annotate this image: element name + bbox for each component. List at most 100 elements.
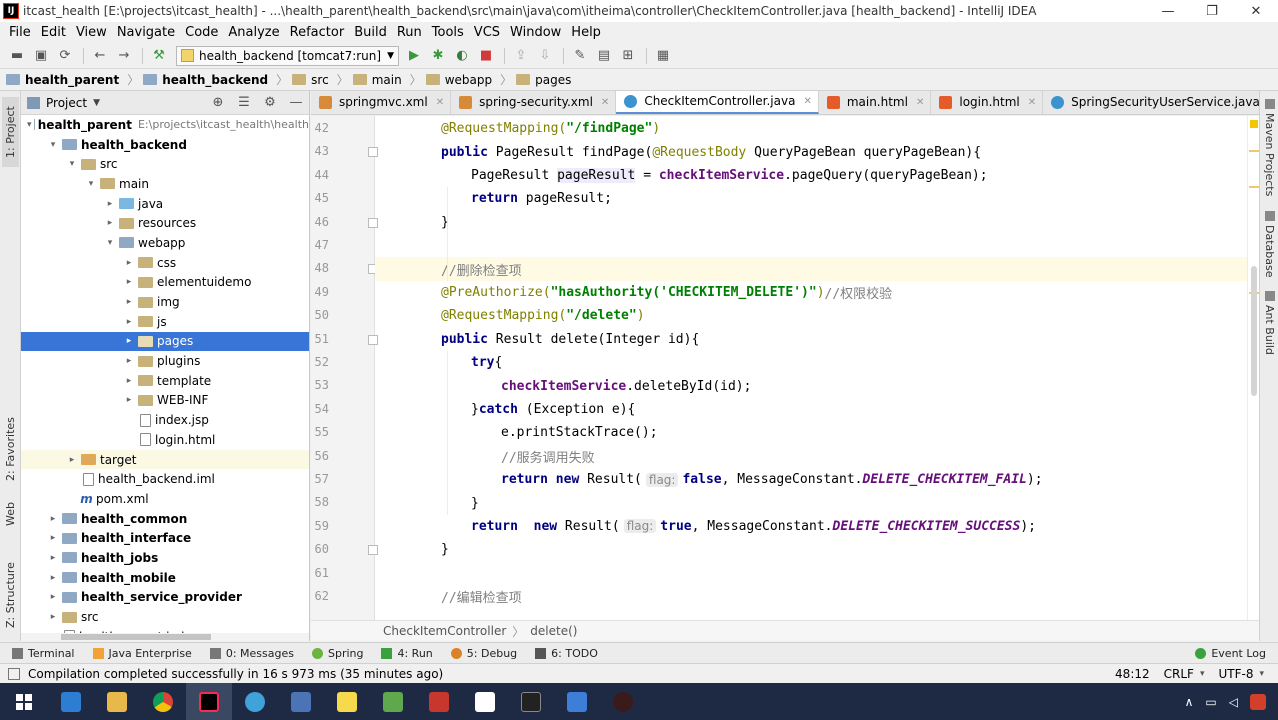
tree-item[interactable]: ▸ img — [21, 292, 309, 312]
right-tool-tab[interactable]: Maven Projects — [1261, 99, 1278, 199]
tree-item[interactable]: ▸ src — [21, 607, 309, 627]
collapse-arrow-icon[interactable]: ▸ — [122, 317, 136, 327]
line-number[interactable]: 46 — [311, 215, 329, 229]
rocket-app-icon[interactable] — [370, 683, 416, 720]
code-editor[interactable]: 42 43 44 45 46 47 48 49 50 51 52 53 54 55 56 57 58 59 60 61… — [311, 116, 1259, 620]
collapse-arrow-icon[interactable]: ▸ — [122, 297, 136, 307]
browser-icon[interactable] — [232, 683, 278, 720]
menu-window[interactable]: Window — [505, 25, 566, 40]
line-number[interactable]: 43 — [311, 144, 329, 158]
close-tab-icon[interactable]: ✕ — [916, 97, 924, 108]
editor-tab[interactable]: login.html ✕ — [931, 91, 1044, 114]
tree-item[interactable]: ▸ plugins — [21, 351, 309, 371]
line-number[interactable]: 42 — [311, 121, 329, 135]
windows-start-icon[interactable] — [0, 683, 48, 720]
menu-refactor[interactable]: Refactor — [285, 25, 350, 40]
tree-item[interactable]: m pom.xml — [21, 489, 309, 509]
collapse-arrow-icon[interactable]: ▸ — [46, 573, 60, 583]
breadcrumb-item[interactable]: src — [292, 73, 329, 87]
close-tab-icon[interactable]: ✕ — [436, 97, 444, 108]
project-tool-tab[interactable]: 1: Project — [2, 97, 19, 167]
code-line[interactable]: @RequestMapping("/delete") — [375, 304, 1259, 327]
tool-window-tab[interactable]: 0: Messages — [209, 647, 294, 660]
save-all-icon[interactable]: ▣ — [30, 46, 52, 66]
tree-item[interactable]: ▸ WEB-INF — [21, 391, 309, 411]
close-tab-icon[interactable]: ✕ — [803, 96, 811, 107]
code-line[interactable]: PageResult pageResult = checkItemService… — [375, 164, 1259, 187]
editor-tab[interactable]: spring-security.xml ✕ — [451, 91, 617, 114]
code-line[interactable]: } — [375, 491, 1259, 514]
favorites-tool-tab[interactable]: 2: Favorites — [2, 409, 19, 489]
tray-chevron-icon[interactable]: ∧ — [1185, 695, 1194, 709]
code-line[interactable]: checkItemService .deleteById(id); — [375, 374, 1259, 397]
collapse-arrow-icon[interactable]: ▸ — [122, 336, 136, 346]
maximize-button[interactable]: ❐ — [1190, 4, 1234, 19]
breadcrumb-item[interactable]: health_backend — [143, 73, 268, 87]
settings-wrench-icon[interactable]: ✎ — [569, 46, 591, 66]
tree-item[interactable]: ▸ pages — [21, 331, 309, 352]
project-structure-icon[interactable]: ▤ — [593, 46, 615, 66]
line-number[interactable]: 48 — [311, 261, 329, 275]
menu-run[interactable]: Run — [392, 25, 427, 40]
collapse-arrow-icon[interactable]: ▸ — [103, 218, 117, 228]
terminal-taskbar-icon[interactable] — [508, 683, 554, 720]
tree-item[interactable]: ▸ health_common — [21, 509, 309, 529]
image-viewer-icon[interactable] — [278, 683, 324, 720]
file-explorer-icon[interactable] — [94, 683, 140, 720]
tree-item[interactable]: login.html — [21, 430, 309, 450]
code-line[interactable]: } — [375, 538, 1259, 561]
debug-icon[interactable]: ✱ — [427, 46, 449, 66]
intellij-taskbar-icon[interactable] — [186, 683, 232, 720]
open-folder-icon[interactable]: ▬ — [6, 46, 28, 66]
menu-vcs[interactable]: VCS — [469, 25, 505, 40]
line-number[interactable]: 50 — [311, 308, 329, 322]
tree-item[interactable]: ▸ resources — [21, 213, 309, 233]
collapse-arrow-icon[interactable]: ▸ — [122, 395, 136, 405]
code-line[interactable]: public PageResult findPage(@RequestBody … — [375, 140, 1259, 163]
horizontal-scrollbar[interactable] — [21, 633, 309, 641]
volume-icon[interactable]: ◁ — [1229, 695, 1238, 709]
tree-item[interactable]: index.jsp — [21, 410, 309, 430]
menu-file[interactable]: File — [4, 25, 36, 40]
tool-window-tab[interactable]: 5: Debug — [450, 647, 517, 660]
project-panel-title[interactable]: Project — [46, 96, 87, 110]
red-app-icon[interactable] — [416, 683, 462, 720]
chrome-icon[interactable] — [140, 683, 186, 720]
tree-item[interactable]: ▸ target — [21, 449, 309, 470]
warning-mark[interactable] — [1249, 150, 1259, 152]
structure-tool-tab[interactable]: Z: Structure — [2, 555, 19, 635]
editor-tab[interactable]: springmvc.xml ✕ — [311, 91, 452, 114]
tree-item[interactable]: ▾ webapp — [21, 233, 309, 253]
tool-window-tab[interactable]: 6: TODO — [535, 647, 598, 660]
download-icon[interactable]: ⇩ — [534, 46, 556, 66]
tree-item[interactable]: health_backend.iml — [21, 469, 309, 489]
expand-arrow-icon[interactable]: ▾ — [65, 159, 79, 169]
file-encoding[interactable]: UTF-8 — [1218, 667, 1253, 681]
tree-item[interactable]: ▸ health_service_provider — [21, 588, 309, 608]
inspection-status-icon[interactable] — [1250, 120, 1258, 128]
tool-window-tab[interactable]: Terminal — [12, 647, 75, 660]
close-tab-icon[interactable]: ✕ — [1028, 97, 1036, 108]
collapse-arrow-icon[interactable]: ▸ — [103, 199, 117, 209]
tray-app-icon[interactable] — [1250, 693, 1266, 710]
task-view-icon[interactable] — [48, 683, 94, 720]
line-number[interactable]: 49 — [311, 285, 329, 299]
code-line[interactable]: } catch (Exception e){ — [375, 398, 1259, 421]
tree-item[interactable]: ▾ src — [21, 154, 309, 174]
typora-icon[interactable] — [462, 683, 508, 720]
code-line[interactable] — [375, 562, 1259, 585]
line-number[interactable]: 60 — [311, 542, 329, 556]
network-icon[interactable]: ▭ — [1205, 695, 1216, 709]
editor-tab[interactable]: SpringSecurityUserService.java✕ — [1043, 91, 1259, 114]
back-arrow-icon[interactable]: ← — [89, 46, 111, 66]
sdk-manager-icon[interactable]: ⊞ — [617, 46, 639, 66]
line-number[interactable]: 52 — [311, 355, 329, 369]
collapse-arrow-icon[interactable]: ▸ — [46, 533, 60, 543]
web-tool-tab[interactable]: Web — [2, 497, 19, 531]
coverage-icon[interactable]: ◐ — [451, 46, 473, 66]
collapse-arrow-icon[interactable]: ▸ — [65, 455, 79, 465]
run-configuration-select[interactable]: health_backend [tomcat7:run] ▼ — [176, 45, 399, 66]
tree-item[interactable]: ▸ elementuidemo — [21, 273, 309, 293]
collapse-arrow-icon[interactable]: ▸ — [46, 612, 60, 622]
line-number[interactable]: 44 — [311, 168, 329, 182]
